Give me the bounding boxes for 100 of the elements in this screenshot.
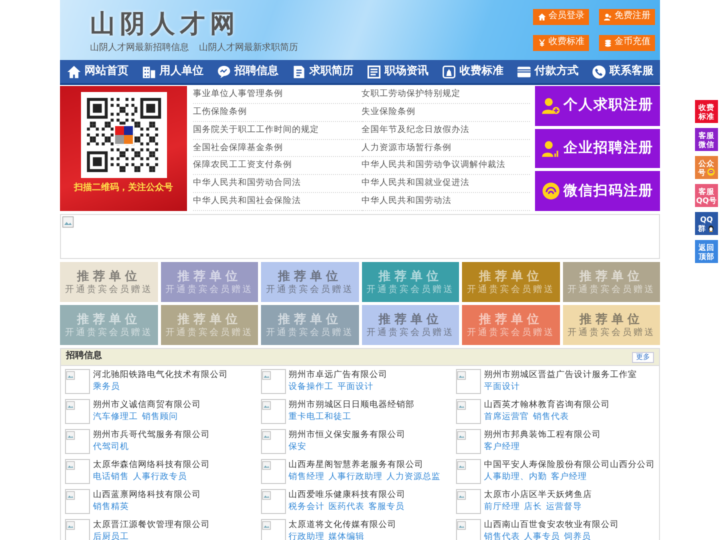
law-link[interactable]: 中华人民共和国劳动合同法 (193, 175, 362, 194)
job-link[interactable]: 平面设计 (484, 381, 520, 394)
broken-image-icon (66, 431, 75, 440)
yen-icon (538, 39, 546, 47)
register-button[interactable]: 个人求职注册 (535, 86, 660, 126)
chat-icon (216, 64, 230, 78)
company-link[interactable]: 朔州市兵哥代驾服务有限公司 (93, 429, 210, 441)
header-button[interactable]: 金币充值 (599, 35, 655, 51)
job-link[interactable]: 人力资源总监 (386, 471, 440, 484)
law-link[interactable]: 全国年节及纪念日放假办法 (362, 122, 530, 140)
job-link[interactable]: 电话销售 (93, 471, 129, 484)
law-link[interactable]: 中华人民共和国劳动争议调解仲裁法 (362, 157, 530, 176)
company-link[interactable]: 朔州市义诚信商贸有限公司 (93, 399, 201, 411)
job-link[interactable]: 店长 (524, 501, 542, 514)
company-link[interactable]: 山西爱唯乐健康科技有限公司 (288, 489, 406, 501)
job-link[interactable]: 销售代表 (484, 531, 520, 540)
law-link[interactable]: 事业单位人事管理条例 (193, 86, 362, 104)
company-link[interactable]: 太原华森信网络科技有限公司 (93, 459, 210, 471)
job-link[interactable]: 首席运营官 (484, 411, 529, 424)
qr-caption: 扫描二维码，关注公众号 (74, 182, 173, 195)
broken-image-icon (457, 461, 466, 470)
promo-tile[interactable]: 推荐单位 开通贵宾会员赠送 (362, 262, 459, 302)
law-link[interactable]: 工伤保险条例 (193, 104, 362, 122)
phone-icon (592, 64, 606, 78)
nav-link[interactable]: 联系客服 (585, 60, 660, 83)
promo-tile[interactable]: 推荐单位 开通贵宾会员赠送 (562, 305, 660, 345)
promo-tile[interactable]: 推荐单位 开通贵宾会员赠送 (462, 262, 560, 302)
broken-image-icon (262, 401, 270, 410)
nav-link[interactable]: 职场资讯 (360, 60, 435, 83)
law-link[interactable]: 全国社会保障基金条例 (193, 140, 362, 158)
company-link[interactable]: 朔州市邦典装饰工程有限公司 (484, 429, 601, 441)
law-link[interactable]: 人力资源市场暂行条例 (362, 140, 530, 158)
header-button[interactable]: 收费标准 (533, 35, 589, 51)
law-link[interactable]: 女职工劳动保护特别规定 (362, 86, 530, 104)
nav-link[interactable]: 收费标准 (435, 60, 510, 83)
job-link[interactable]: 销售代表 (533, 411, 569, 424)
job-link[interactable]: 汽车修理工 (93, 411, 138, 424)
register-button[interactable]: 微信扫码注册 (535, 171, 660, 212)
broken-image-icon (262, 461, 270, 470)
broken-image-icon (457, 521, 466, 530)
company-link[interactable]: 太原道将文化传媒有限公司 (288, 519, 396, 531)
company-link[interactable]: 中国平安人寿保险股份有限公司山西分公司 (484, 459, 655, 471)
job-link[interactable]: 客户经理 (551, 471, 587, 484)
job-link[interactable]: 人事行政助理 (328, 471, 382, 484)
company-link[interactable]: 朔州市朔城区晋益广告设计服务工作室 (484, 369, 637, 381)
nav-link[interactable]: 网站首页 (60, 60, 135, 83)
company-link[interactable]: 山西英才翰林教育咨询有限公司 (484, 399, 610, 411)
company-link[interactable]: 朔州市恒义保安服务有限公司 (288, 429, 406, 441)
promo-tile[interactable]: 推荐单位 开通贵宾会员赠送 (362, 305, 459, 345)
promo-tile[interactable]: 推荐单位 开通贵宾会员赠送 (60, 262, 158, 302)
job-link[interactable]: 客服专员 (368, 501, 404, 514)
register-button[interactable]: 企业招聘注册 (535, 128, 660, 168)
job-link[interactable]: 人事助理、内勤 (484, 471, 547, 484)
nav-link[interactable]: 用人单位 (135, 60, 210, 83)
job-link[interactable]: 后厨员工 (93, 531, 129, 540)
job-link[interactable]: 销售顾问 (142, 411, 178, 424)
job-link[interactable]: 人事专员 (524, 531, 560, 540)
nav-link[interactable]: 付款方式 (510, 60, 585, 83)
law-link[interactable]: 中华人民共和国社会保险法 (193, 193, 362, 211)
law-link[interactable]: 国务院关于职工工作时间的规定 (193, 122, 362, 140)
job-link[interactable]: 销售精英 (93, 501, 129, 514)
broken-image-icon (262, 521, 270, 530)
nav-link[interactable]: 求职简历 (285, 60, 360, 83)
header-button[interactable]: 免费注册 (599, 9, 655, 25)
job-link[interactable]: 代驾司机 (93, 441, 129, 454)
company-link[interactable]: 河北驰阳铁路电气化技术有限公司 (93, 369, 228, 381)
job-link[interactable]: 销售经理 (288, 471, 324, 484)
job-link[interactable]: 人事行政专员 (133, 471, 187, 484)
job-link[interactable]: 饲养员 (564, 531, 591, 540)
company-link[interactable]: 山西寿星阁智慧养老服务有限公司 (288, 459, 440, 471)
company-link[interactable]: 山西南山百世食安农牧业有限公司 (484, 519, 619, 531)
company-link[interactable]: 山西蓝禀网络科技有限公司 (93, 489, 201, 501)
job-link[interactable]: 媒体编辑 (328, 531, 364, 540)
company-link[interactable]: 朔州市卓远广告有限公司 (288, 369, 388, 381)
qr-code-icon (80, 92, 166, 178)
job-link[interactable]: 重卡电工和徒工 (288, 411, 352, 424)
job-link[interactable]: 税务会计 (288, 501, 324, 514)
job-link[interactable]: 行政助理 (288, 531, 324, 540)
company-link[interactable]: 太原市小店区半天妖烤鱼店 (484, 489, 592, 501)
law-link[interactable]: 中华人民共和国就业促进法 (362, 175, 530, 194)
broken-image-icon (66, 491, 75, 500)
job-link[interactable]: 医药代表 (328, 501, 364, 514)
header-button[interactable]: 会员登录 (533, 9, 589, 25)
job-link[interactable]: 前厅经理 (484, 501, 520, 514)
person-plus-icon (542, 96, 560, 115)
job-link[interactable]: 运营督导 (546, 501, 582, 514)
company-link[interactable]: 太原晋江源餐饮管理有限公司 (93, 519, 210, 531)
bag-icon (442, 64, 456, 78)
law-link[interactable]: 中华人民共和国劳动法 (362, 193, 530, 211)
job-link[interactable]: 保安 (288, 441, 306, 454)
home-icon (538, 13, 546, 21)
promo-tile[interactable]: 推荐单位 开通贵宾会员赠送 (261, 262, 358, 302)
job-link[interactable]: 客户经理 (484, 441, 520, 454)
law-link[interactable]: 失业保险条例 (362, 104, 530, 122)
law-link[interactable]: 保障农民工工资支付条例 (193, 157, 362, 176)
job-link[interactable]: 设备操作工 (288, 381, 334, 394)
job-link[interactable]: 乘务员 (93, 381, 120, 394)
company-link[interactable]: 朔州市朔城区日日顺电器经销部 (288, 399, 414, 411)
nav-link[interactable]: 招聘信息 (210, 60, 285, 83)
job-link[interactable]: 平面设计 (338, 381, 374, 394)
